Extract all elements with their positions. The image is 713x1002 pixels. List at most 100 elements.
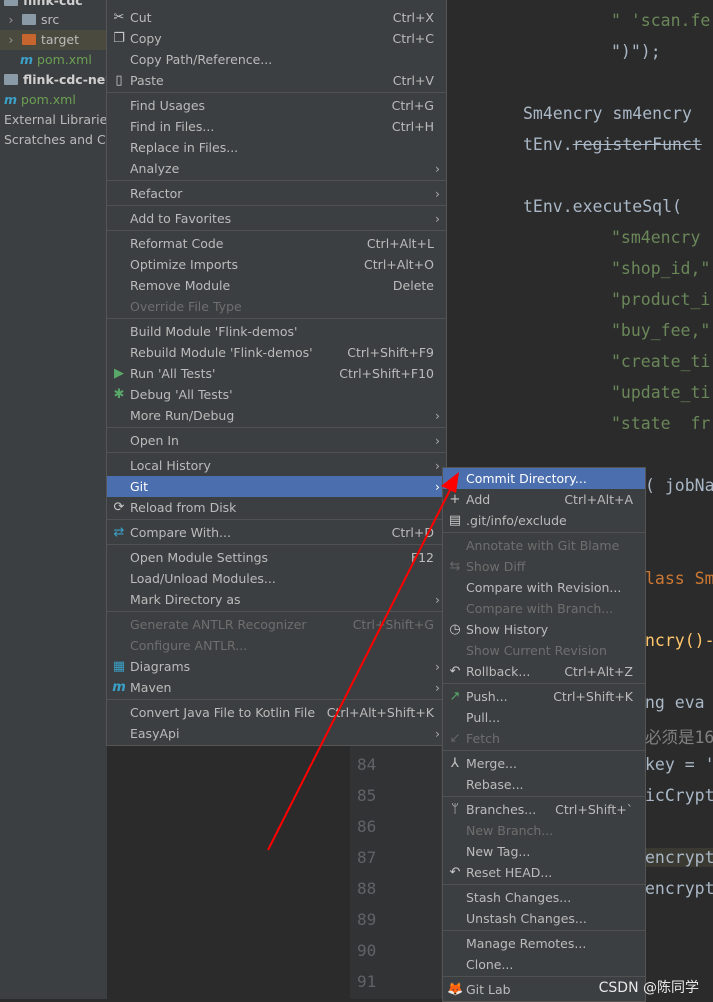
menu-item-manage-remotes[interactable]: Manage Remotes... xyxy=(443,933,645,954)
menu-item-refactor[interactable]: Refactor › xyxy=(107,183,446,204)
menu-item-merge[interactable]: ⅄ Merge... xyxy=(443,753,645,774)
module-folder-icon xyxy=(4,74,18,85)
module-folder-icon xyxy=(4,0,18,6)
menu-item-label: Commit Directory... xyxy=(466,471,587,486)
menu-item-show-history[interactable]: ◷ Show History xyxy=(443,619,645,640)
clipboard-icon: ▯ xyxy=(115,73,123,88)
menu-item-copy-path-reference[interactable]: Copy Path/Reference... xyxy=(107,49,446,70)
tree-item-flink-cdc-new[interactable]: flink-cdc-new xyxy=(0,70,107,90)
tree-item-pom-xml[interactable]: m pom.xml xyxy=(0,90,107,110)
menu-item-label: New Branch... xyxy=(466,823,554,838)
tree-item-pom-xml[interactable]: m pom.xml xyxy=(0,50,107,70)
chevron-right-icon: › xyxy=(435,161,440,176)
tree-item-target[interactable]: › target xyxy=(0,30,107,50)
scissors-icon: ✂ xyxy=(113,10,125,25)
menu-item-easyapi[interactable]: EasyApi › xyxy=(107,723,446,744)
menu-item-unstash-changes[interactable]: Unstash Changes... xyxy=(443,908,645,929)
menu-item-open-in[interactable]: Open In › xyxy=(107,430,446,451)
menu-item-compare-with[interactable]: ⇄ Compare With... Ctrl+D xyxy=(107,522,446,543)
undo-icon: ↶ xyxy=(449,865,461,880)
menu-item-reformat-code[interactable]: Reformat Code Ctrl+Alt+L xyxy=(107,233,446,254)
watermark: CSDN @陈同学 xyxy=(598,980,699,996)
menu-item-label: Show Current Revision xyxy=(466,643,607,658)
shortcut-label: Ctrl+V xyxy=(392,73,434,88)
menu-item-compare-with-branch: Compare with Branch... xyxy=(443,598,645,619)
menu-item-more-run-debug[interactable]: More Run/Debug › xyxy=(107,405,446,426)
chevron-right-icon: › xyxy=(435,186,440,201)
chevron-right-icon[interactable]: › xyxy=(4,30,18,50)
menu-item-label: Run 'All Tests' xyxy=(130,366,216,381)
menu-item-label: Add to Favorites xyxy=(130,211,232,226)
tree-item-src[interactable]: › src xyxy=(0,10,107,30)
menu-item-open-module-settings[interactable]: Open Module Settings F12 xyxy=(107,547,446,568)
menu-item-debug-all-tests[interactable]: ✱ Debug 'All Tests' xyxy=(107,384,446,405)
menu-item-label: Open In xyxy=(130,433,179,448)
tree-item-scratches-and-consoles[interactable]: Scratches and Consoles xyxy=(0,130,107,150)
fetch-icon: ↙ xyxy=(449,731,461,746)
line-number: 87 xyxy=(357,848,377,867)
menu-item-find-usages[interactable]: Find Usages Ctrl+G xyxy=(107,95,446,116)
menu-item-cut[interactable]: ✂ Cut Ctrl+X xyxy=(107,7,446,28)
menu-item-local-history[interactable]: Local History › xyxy=(107,455,446,476)
menu-item-diagrams[interactable]: ▦ Diagrams › xyxy=(107,656,446,677)
maven-icon: m xyxy=(112,680,126,695)
chevron-right-icon: › xyxy=(435,433,440,448)
menu-item-show-current-revision: Show Current Revision xyxy=(443,640,645,661)
menu-item-convert-java-file-to-kotlin-file[interactable]: Convert Java File to Kotlin File Ctrl+Alt… xyxy=(107,702,446,723)
menu-item-paste[interactable]: ▯ Paste Ctrl+V xyxy=(107,70,446,91)
menu-item-label: Git Lab xyxy=(466,982,511,997)
folder-icon xyxy=(22,34,36,45)
git-submenu: Commit Directory... + Add Ctrl+Alt+A ▤ .git/i… xyxy=(442,467,646,1002)
menu-item-replace-in-files[interactable]: Replace in Files... xyxy=(107,137,446,158)
menu-item-new-tag[interactable]: New Tag... xyxy=(443,841,645,862)
menu-item-label: Refactor xyxy=(130,186,183,201)
menu-item-label: Show History xyxy=(466,622,549,637)
menu-item-fetch: ↙ Fetch xyxy=(443,728,645,749)
menu-item-analyze[interactable]: Analyze › xyxy=(107,158,446,179)
menu-item-maven[interactable]: m Maven › xyxy=(107,677,446,698)
menu-item-rebuild-module-flink-demos[interactable]: Rebuild Module 'Flink-demos' Ctrl+Shift+F… xyxy=(107,342,446,363)
menu-item-optimize-imports[interactable]: Optimize Imports Ctrl+Alt+O xyxy=(107,254,446,275)
menu-item-reset-head[interactable]: ↶ Reset HEAD... xyxy=(443,862,645,883)
menu-item-stash-changes[interactable]: Stash Changes... xyxy=(443,887,645,908)
ignore-file-icon: ▤ xyxy=(448,513,462,528)
menu-item-label: Optimize Imports xyxy=(130,257,239,272)
menu-item-clone[interactable]: Clone... xyxy=(443,954,645,975)
menu-item-add[interactable]: + Add Ctrl+Alt+A xyxy=(443,489,645,510)
menu-item-load-unload-modules[interactable]: Load/Unload Modules... xyxy=(107,568,446,589)
chevron-right-icon: › xyxy=(435,592,440,607)
menu-item-mark-directory-as[interactable]: Mark Directory as › xyxy=(107,589,446,610)
menu-item-copy[interactable]: ❐ Copy Ctrl+C xyxy=(107,28,446,49)
menu-item-run-all-tests[interactable]: ▶ Run 'All Tests' Ctrl+Shift+F10 xyxy=(107,363,446,384)
shortcut-label: Ctrl+Shift+K xyxy=(553,689,633,704)
menu-item-remove-module[interactable]: Remove Module Delete xyxy=(107,275,446,296)
menu-item-commit-directory[interactable]: Commit Directory... xyxy=(443,468,645,489)
menu-item-label: Git xyxy=(130,479,149,494)
menu-item-label: Find in Files... xyxy=(130,119,215,134)
menu-item-label: Unstash Changes... xyxy=(466,911,587,926)
menu-item-push[interactable]: ↗ Push... Ctrl+Shift+K xyxy=(443,686,645,707)
shortcut-label: Ctrl+H xyxy=(391,119,434,134)
menu-item-rebase[interactable]: Rebase... xyxy=(443,774,645,795)
menu-item-label: Copy Path/Reference... xyxy=(130,52,273,67)
chevron-right-icon: › xyxy=(435,726,440,741)
menu-item-compare-with-revision[interactable]: Compare with Revision... xyxy=(443,577,645,598)
menu-item-git[interactable]: Git › xyxy=(107,476,446,497)
menu-item-label: .git/info/exclude xyxy=(466,513,567,528)
chevron-right-icon[interactable]: › xyxy=(4,10,18,30)
menu-item-build-module-flink-demos[interactable]: Build Module 'Flink-demos' xyxy=(107,321,446,342)
menu-item-rollback[interactable]: ↶ Rollback... Ctrl+Alt+Z xyxy=(443,661,645,682)
tree-item-external-libraries[interactable]: External Libraries xyxy=(0,110,107,130)
menu-item-find-in-files[interactable]: Find in Files... Ctrl+H xyxy=(107,116,446,137)
menu-item-pull[interactable]: Pull... xyxy=(443,707,645,728)
tree-item-label: target xyxy=(41,32,80,47)
menu-item-git-info-exclude[interactable]: ▤ .git/info/exclude xyxy=(443,510,645,531)
copy-icon: ❐ xyxy=(113,31,125,46)
shortcut-label: Ctrl+Alt+Shift+K xyxy=(326,705,434,720)
chevron-right-icon: › xyxy=(435,458,440,473)
menu-item-reload-from-disk[interactable]: ⟳ Reload from Disk xyxy=(107,497,446,518)
code-line: ncry()- xyxy=(645,631,713,650)
code-line: "create_ti xyxy=(611,352,711,371)
menu-item-add-to-favorites[interactable]: Add to Favorites › xyxy=(107,208,446,229)
menu-item-branches[interactable]: ᛘ Branches... Ctrl+Shift+` xyxy=(443,799,645,820)
